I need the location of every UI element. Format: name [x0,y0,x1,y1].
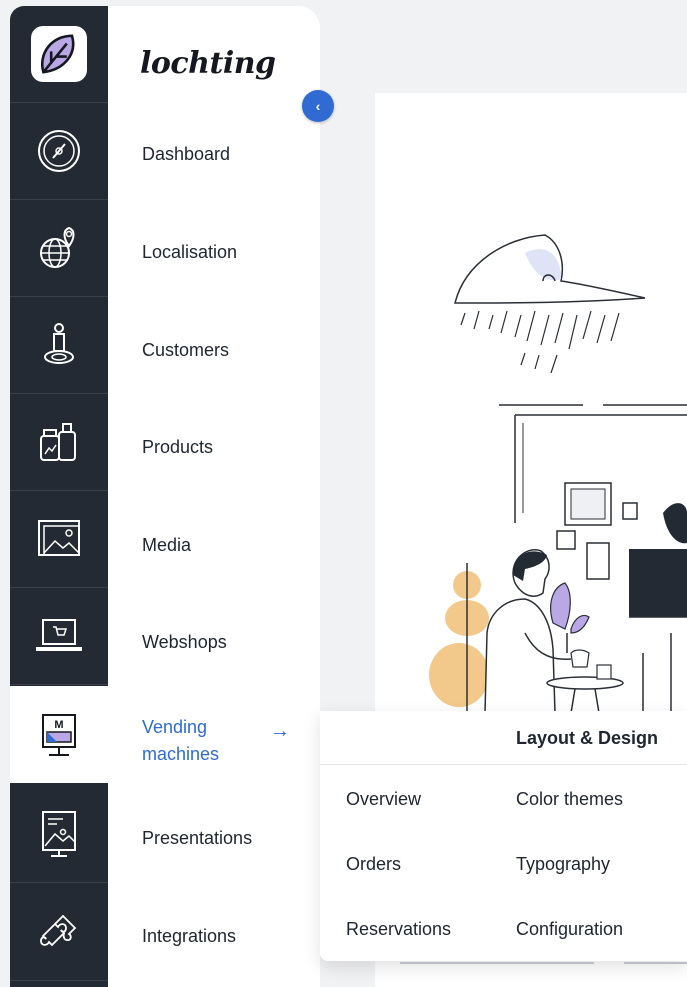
dashboard-gauge-icon [38,130,80,172]
globe-pin-icon [40,226,75,268]
menu-item-customers[interactable]: Customers [142,337,229,364]
submenu-link-orders[interactable]: Orders [346,854,401,875]
submenu-title: Layout & Design [516,728,659,748]
menu-item-dashboard[interactable]: Dashboard [142,141,230,168]
brand-logo[interactable]: lochting [140,46,276,81]
menu-item-webshops[interactable]: Webshops [142,629,227,656]
rail-media[interactable] [10,491,108,588]
office-illustration [429,234,687,713]
submenu-header: Layout & Design [320,711,687,765]
menu-item-integrations[interactable]: Integrations [142,923,236,950]
products-bottles-icon [40,423,76,461]
menu-item-presentations[interactable]: Presentations [142,825,252,852]
icon-rail: M [10,6,108,987]
puzzle-icon [40,914,77,947]
submenu-link-typography[interactable]: Typography [516,854,610,875]
svg-text:M: M [54,719,63,731]
rail-products[interactable] [10,394,108,491]
divider [400,962,594,964]
rail-dashboard[interactable] [10,103,108,200]
collapse-sidebar-button[interactable]: ‹ [302,90,334,122]
person-pin-icon [44,323,74,364]
menu-item-localisation[interactable]: Localisation [142,239,237,266]
rail-localisation[interactable] [10,200,108,297]
rail-presentations[interactable] [10,786,108,883]
divider [624,962,687,964]
submenu-link-color-themes[interactable]: Color themes [516,789,623,810]
presentation-board-icon [42,811,76,857]
rail-vending-machines[interactable]: M [10,686,108,783]
rail-customers[interactable] [10,297,108,394]
rail-integrations[interactable] [10,884,108,981]
submenu-link-configuration[interactable]: Configuration [516,919,623,940]
submenu-link-overview[interactable]: Overview [346,789,421,810]
menu-item-vending-machines[interactable]: Vending machines [142,714,272,768]
rail-webshops[interactable] [10,588,108,685]
vending-monitor-icon: M [42,713,76,756]
leaf-logo-icon [31,26,87,82]
active-arrow-icon: → [270,720,290,742]
submenu-link-reservations[interactable]: Reservations [346,919,451,940]
rail-logo[interactable] [10,6,108,103]
menu-item-products[interactable]: Products [142,434,213,461]
vending-submenu: Layout & Design Overview Orders Reservat… [320,711,687,961]
chevron-left-icon: ‹ [315,98,321,114]
laptop-cart-icon [36,619,82,651]
media-image-icon [38,520,80,556]
menu-item-media[interactable]: Media [142,532,191,559]
side-menu: lochting Dashboard Localisation Customer… [108,6,320,987]
